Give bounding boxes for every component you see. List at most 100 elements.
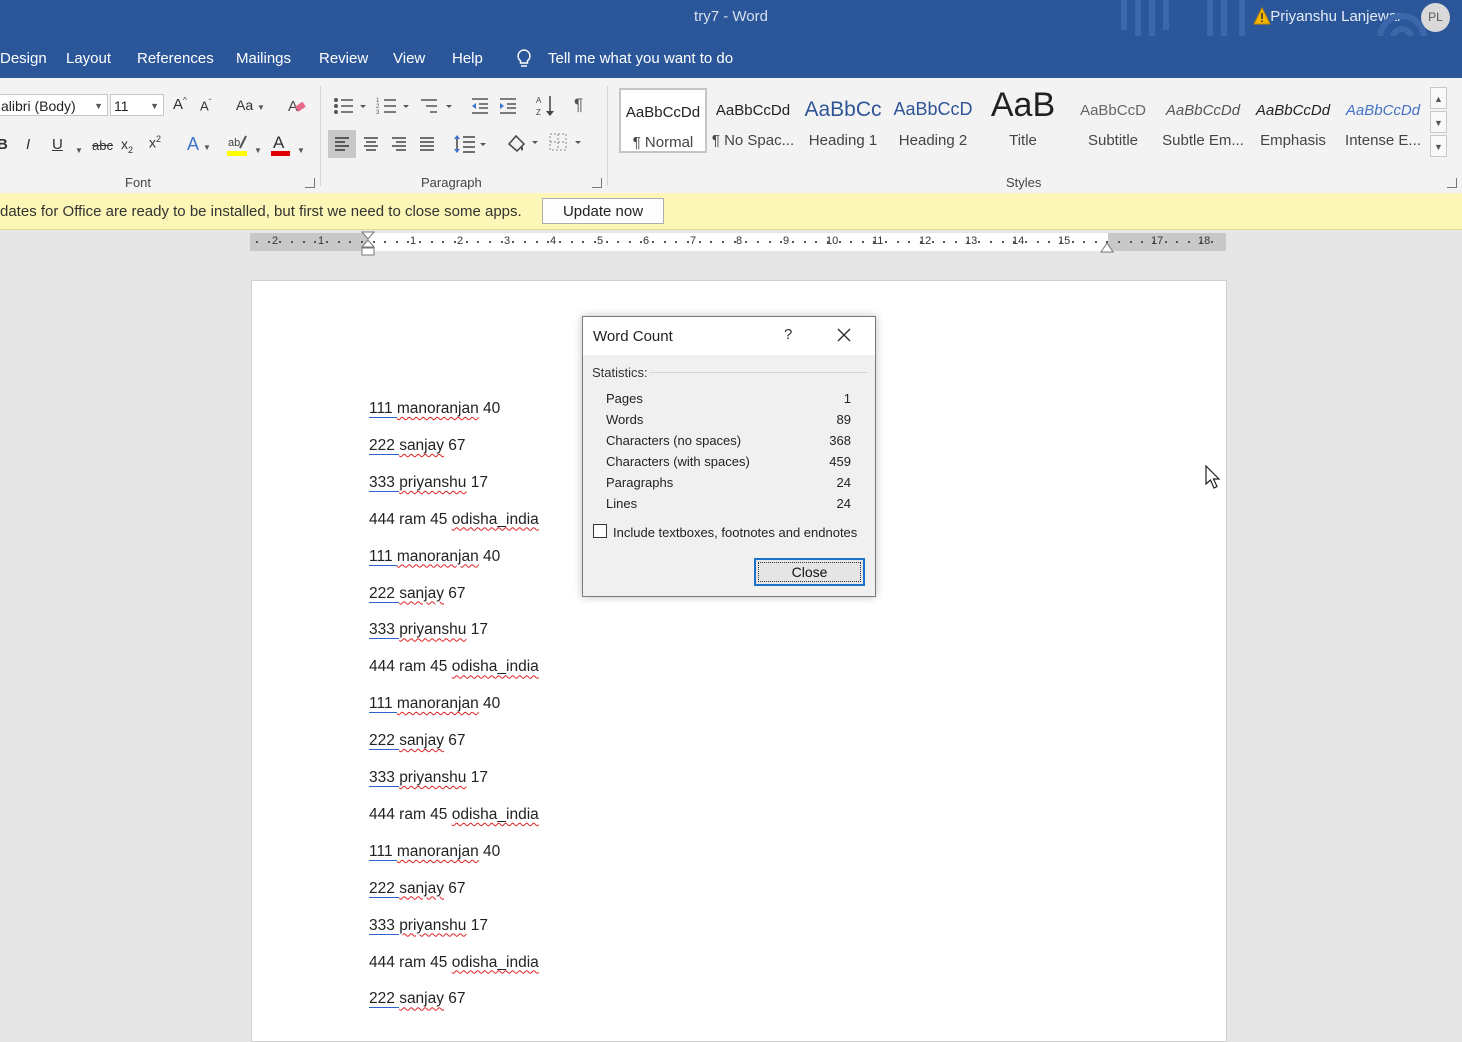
document-line[interactable]: 444 ram 45 odisha_india bbox=[369, 806, 539, 824]
line-spacing-icon[interactable] bbox=[453, 134, 489, 154]
chevron-down-icon[interactable]: ▼ bbox=[297, 140, 305, 157]
lightbulb-icon bbox=[517, 49, 531, 67]
statistics-label: Statistics: bbox=[592, 365, 648, 380]
document-line[interactable]: 222 sanjay 67 bbox=[369, 436, 466, 455]
multilevel-list-icon[interactable] bbox=[419, 96, 455, 116]
document-line[interactable]: 333 priyanshu 17 bbox=[369, 621, 488, 640]
ruler-tick bbox=[1083, 241, 1086, 243]
tab-references[interactable]: References bbox=[137, 50, 214, 67]
style-normal[interactable]: AaBbCcDd ¶ Normal bbox=[619, 88, 707, 153]
document-line[interactable]: 333 priyanshu 17 bbox=[369, 769, 488, 787]
horizontal-ruler[interactable]: 2 1 1 2 3 4 5 6 7 8 9 10 11 12 13 14 15 … bbox=[250, 231, 1226, 256]
font-color-icon[interactable]: A bbox=[270, 132, 292, 158]
font-size-combo[interactable]: 11 ▼ bbox=[110, 94, 164, 116]
subscript-button[interactable]: x2 bbox=[121, 136, 133, 155]
shading-icon[interactable] bbox=[505, 132, 541, 154]
include-textboxes-label[interactable]: Include textboxes, footnotes and endnote… bbox=[613, 525, 857, 540]
font-name-combo[interactable]: alibri (Body) ▼ bbox=[0, 94, 108, 116]
style-no-spacing[interactable]: AaBbCcDd ¶ No Spac... bbox=[709, 88, 797, 153]
increase-indent-icon[interactable] bbox=[498, 96, 518, 116]
font-dialog-launcher-icon[interactable] bbox=[305, 178, 315, 188]
styles-dialog-launcher-icon[interactable] bbox=[1447, 178, 1457, 188]
stat-value: 1 bbox=[843, 391, 851, 406]
borders-icon[interactable] bbox=[548, 132, 584, 154]
document-line[interactable]: 111 manoranjan 40 bbox=[369, 695, 500, 714]
align-center-icon[interactable] bbox=[357, 130, 385, 158]
styles-scroll-up-icon[interactable]: ▲ bbox=[1430, 87, 1447, 109]
style-emphasis[interactable]: AaBbCcDd Emphasis bbox=[1249, 88, 1337, 153]
ruler-tick bbox=[803, 241, 806, 243]
update-now-button[interactable]: Update now bbox=[542, 198, 664, 224]
chevron-down-icon[interactable]: ▼ bbox=[254, 140, 262, 157]
ruler-tick bbox=[384, 241, 387, 243]
document-line[interactable]: 333 priyanshu 17 bbox=[369, 916, 488, 935]
align-left-button[interactable] bbox=[328, 130, 356, 158]
ruler-tick bbox=[593, 241, 596, 243]
bullets-icon[interactable] bbox=[333, 96, 369, 116]
underline-button[interactable]: U bbox=[52, 136, 63, 153]
tab-review[interactable]: Review bbox=[319, 50, 368, 67]
clear-formatting-icon[interactable]: A bbox=[287, 96, 307, 116]
style-heading-1[interactable]: AaBbCc Heading 1 bbox=[799, 88, 887, 153]
styles-scroll-down-icon[interactable]: ▼ bbox=[1430, 111, 1447, 133]
tab-layout[interactable]: Layout bbox=[66, 50, 111, 67]
italic-button[interactable]: I bbox=[26, 136, 30, 153]
style-intense-emphasis[interactable]: AaBbCcDd Intense E... bbox=[1339, 88, 1427, 153]
document-line[interactable]: 222 sanjay 67 bbox=[369, 584, 466, 603]
document-line[interactable]: 111 manoranjan 40 bbox=[369, 547, 500, 566]
document-line[interactable]: 222 sanjay 67 bbox=[369, 879, 466, 898]
align-right-icon[interactable] bbox=[385, 130, 413, 158]
tell-me-search[interactable]: Tell me what you want to do bbox=[548, 50, 733, 67]
text-effects-icon[interactable]: A ▼ bbox=[187, 134, 211, 155]
tab-mailings[interactable]: Mailings bbox=[236, 50, 291, 67]
document-line[interactable]: 444 ram 45 odisha_india bbox=[369, 511, 539, 529]
style-title[interactable]: AaB Title bbox=[979, 86, 1067, 153]
stat-row-words: Words 89 bbox=[606, 412, 851, 427]
ruler-tick bbox=[791, 241, 794, 243]
style-sample: AaBbCcD bbox=[1080, 102, 1146, 119]
ruler-tick bbox=[267, 241, 270, 243]
svg-text:Z: Z bbox=[536, 108, 541, 117]
bold-button[interactable]: B bbox=[0, 136, 8, 153]
superscript-button[interactable]: x2 bbox=[149, 134, 161, 151]
paragraph-dialog-launcher-icon[interactable] bbox=[592, 178, 602, 188]
styles-more-icon[interactable]: ▼ bbox=[1430, 135, 1447, 157]
style-subtitle[interactable]: AaBbCcD Subtitle bbox=[1069, 88, 1157, 153]
ruler-tick bbox=[698, 241, 701, 243]
document-line[interactable]: 111 manoranjan 40 bbox=[369, 400, 500, 418]
indent-marker-icon[interactable] bbox=[361, 231, 375, 257]
dialog-title-bar[interactable]: Word Count ? bbox=[583, 317, 875, 355]
numbering-icon[interactable]: 123 bbox=[376, 96, 412, 116]
show-formatting-marks-icon[interactable]: ¶ bbox=[574, 95, 583, 115]
chevron-down-icon[interactable]: ▼ bbox=[75, 140, 83, 157]
decrease-indent-icon[interactable] bbox=[470, 96, 490, 116]
change-case-icon[interactable]: Aa ▼ bbox=[236, 97, 265, 113]
justify-icon[interactable] bbox=[413, 130, 441, 158]
document-line[interactable]: 222 sanjay 67 bbox=[369, 732, 466, 751]
ruler-tick bbox=[512, 241, 515, 243]
document-line[interactable]: 222 sanjay 67 bbox=[369, 990, 466, 1009]
style-heading-2[interactable]: AaBbCcD Heading 2 bbox=[889, 88, 977, 153]
tab-design[interactable]: Design bbox=[0, 50, 47, 67]
sort-icon[interactable]: AZ bbox=[536, 94, 556, 118]
close-icon[interactable] bbox=[836, 327, 852, 343]
document-line[interactable]: 111 manoranjan 40 bbox=[369, 842, 500, 861]
document-line[interactable]: 333 priyanshu 17 bbox=[369, 473, 488, 492]
shrink-font-icon[interactable]: Aˇ bbox=[200, 98, 211, 113]
close-button[interactable]: Close bbox=[754, 558, 865, 586]
grow-font-icon[interactable]: A^ bbox=[173, 96, 187, 113]
line-number-text: 333 bbox=[369, 621, 395, 640]
document-line[interactable]: 444 ram 45 odisha_india bbox=[369, 954, 539, 972]
tab-help[interactable]: Help bbox=[452, 50, 483, 67]
include-textboxes-checkbox[interactable] bbox=[593, 524, 607, 538]
help-button[interactable]: ? bbox=[784, 326, 792, 343]
line-name-text: manoranjan bbox=[396, 695, 479, 713]
ruler-tick bbox=[815, 241, 818, 243]
strikethrough-button[interactable]: abc bbox=[92, 138, 113, 153]
document-line[interactable]: 444 ram 45 odisha_india bbox=[369, 658, 539, 676]
highlight-color-icon[interactable]: ab bbox=[226, 132, 250, 158]
line-name-text: odisha_india bbox=[451, 510, 539, 528]
style-subtle-emphasis[interactable]: AaBbCcDd Subtle Em... bbox=[1159, 88, 1247, 153]
ruler-tick bbox=[325, 241, 328, 243]
tab-view[interactable]: View bbox=[393, 50, 425, 67]
